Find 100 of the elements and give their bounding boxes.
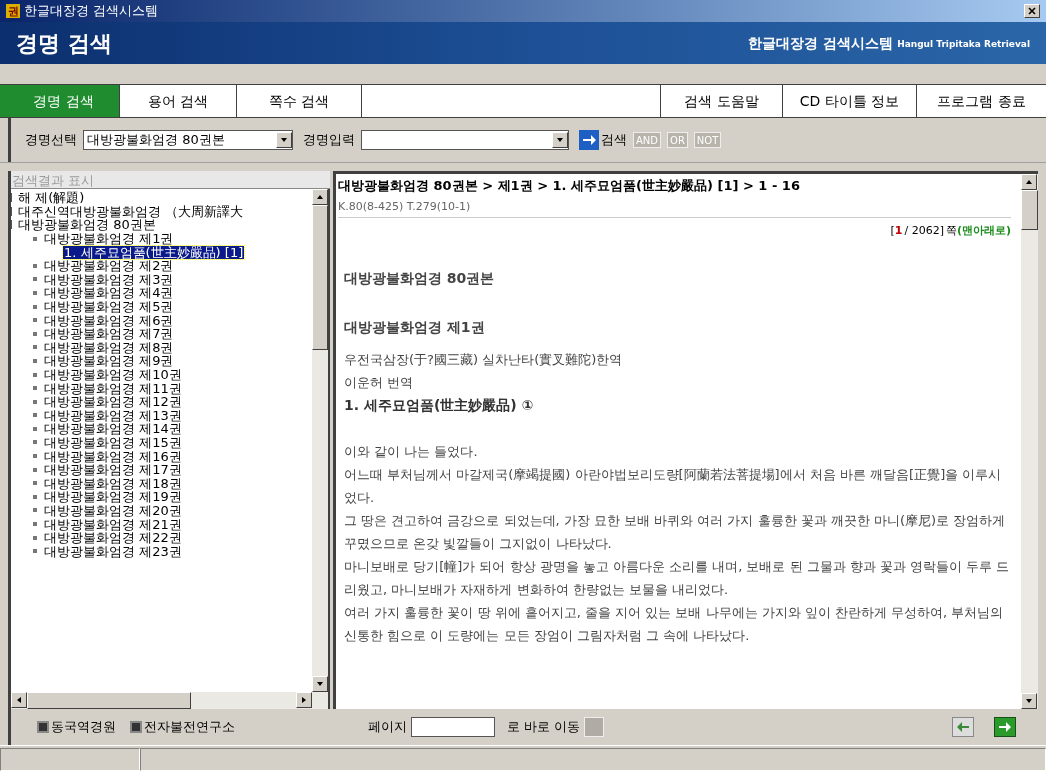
brand-title: 한글대장경 검색시스템 (748, 33, 894, 53)
tree-item[interactable]: 대방광불화엄경 제12권 (43, 395, 183, 409)
link-button[interactable]: 전자불전연구소 (130, 717, 235, 737)
tree-item[interactable]: 대방광불화엄경 제13권 (43, 408, 183, 422)
bullet-icon (33, 331, 37, 336)
breadcrumb: 대방광불화엄경 80권본 > 제1권 > 1. 세주묘엄품(世主妙嚴品) [1] > 1 - 16 (338, 177, 801, 195)
bullet-icon (33, 467, 37, 472)
bullet-icon (33, 345, 37, 350)
bullet-icon (33, 440, 37, 445)
text-paragraph: 마니보배로 당기[幢]가 되어 항상 광명을 놓고 아름다운 소리를 내며, 보배로 된 그물과 향과 꽃과 영락들이 두루 드리웠고, 마니보배가 자재하게 변화하여 한량없는 보물을 내리었다. (344, 557, 1011, 599)
scroll-thumb[interactable] (1021, 190, 1038, 230)
nav-tab[interactable]: 경명 검색 (0, 85, 120, 117)
tree-item[interactable]: 대방광불화엄경 제16권 (43, 449, 183, 463)
scroll-left-icon[interactable] (11, 692, 27, 708)
text-paragraph: 여러 가지 훌륭한 꽃이 땅 위에 흩어지고, 줄을 지어 있는 보배 나무에는 가지와 잎이 찬란하게 무성하여, 부처님의 신통한 힘으로 이 도량에는 모든 장엄이 그림자처럼 그 속에 나타났다. (344, 603, 1005, 645)
page-label: 페이지 (368, 718, 407, 737)
page-unit: 쪽 (945, 223, 957, 239)
bullet-icon (33, 413, 37, 418)
tree-item[interactable]: 대방광불화엄경 제19권 (43, 490, 183, 504)
scroll-down-icon[interactable] (1021, 693, 1037, 709)
bullet-icon (33, 304, 37, 309)
arrow-left-icon (956, 721, 970, 733)
vertical-scrollbar[interactable] (312, 189, 328, 692)
to-bottom-link[interactable]: (맨아래로) (956, 223, 1011, 240)
bullet-icon (33, 372, 37, 377)
tree-item[interactable]: 대방광불화엄경 제10권 (43, 368, 183, 381)
text-paragraph: 그 땅은 견고하여 금강으로 되었는데, 가장 묘한 보배 바퀴와 여러 가지 훌륭한 꽃과 깨끗한 마니(摩尼)로 장엄하게 꾸몄으므로 온갖 빛깔들이 그지없이 나타났다. (344, 511, 1007, 553)
scroll-right-icon[interactable] (296, 692, 312, 708)
page-total: / 2062] (904, 223, 944, 239)
arrow-right-icon (579, 130, 599, 150)
tree-item[interactable]: 대방광불화엄경 제6권 (43, 313, 175, 327)
bullet-icon (33, 277, 37, 282)
bullet-icon (33, 386, 37, 391)
panel-header: 검색결과 표시 (11, 171, 330, 189)
scroll-up-icon[interactable] (312, 189, 328, 205)
page-input-field[interactable] (411, 717, 495, 737)
bullet-icon (33, 318, 37, 323)
tree-item[interactable]: 대방광불화엄경 제5권 (43, 300, 175, 314)
section-heading: 대방광불화엄경 제1권 (344, 317, 486, 337)
scroll-thumb[interactable] (312, 205, 328, 350)
previous-page-button[interactable] (952, 717, 974, 737)
square-icon (37, 721, 49, 733)
tree-item[interactable]: 대방광불화엄경 제15권 (43, 436, 183, 449)
tree-item[interactable]: 대방광불화엄경 제17권 (43, 463, 183, 477)
tree-item[interactable]: 대방광불화엄경 제20권 (43, 503, 183, 517)
tree-item[interactable]: 대방광불화엄경 제22권 (43, 531, 183, 545)
next-page-button[interactable] (994, 717, 1016, 737)
bullet-icon (33, 358, 37, 363)
horizontal-scrollbar[interactable] (11, 692, 330, 709)
scroll-down-icon[interactable] (312, 676, 328, 692)
bullet-icon (33, 494, 37, 499)
bullet-icon (33, 454, 37, 459)
page-title: 경명 검색 (16, 29, 112, 58)
bullet-icon (33, 522, 37, 527)
window-title: 한글대장경 검색시스템 (24, 2, 159, 21)
tree-item[interactable]: 대방광불화엄경 제7권 (43, 327, 175, 341)
close-button[interactable] (1024, 4, 1040, 18)
text-paragraph: 이운허 번역 (344, 373, 415, 392)
chapter-title: 1. 세주묘엄품(世主妙嚴品) ① (344, 395, 535, 415)
bullet-icon (33, 290, 37, 295)
tree-item[interactable]: 대방광불화엄경 제1권 (43, 232, 175, 246)
reference-code: K.80(8-425) T.279(10-1) (338, 198, 1011, 218)
input-label: 경명입력 (303, 131, 355, 150)
tree-item[interactable]: 1. 세주묘엄품(世主妙嚴品) [1] (63, 245, 245, 259)
tree-item[interactable]: 대방광불화엄경 제2권 (43, 259, 175, 273)
tree-item[interactable]: 대방광불화엄경 제23권 (43, 544, 183, 558)
tree-item[interactable]: 대방광불화엄경 제8권 (43, 340, 175, 354)
close-icon (1028, 7, 1036, 15)
tree-item[interactable]: 대방광불화엄경 제11권 (43, 381, 183, 395)
text-paragraph: 이와 같이 나는 들었다. (344, 442, 479, 461)
page-bracket: [ (890, 223, 895, 239)
tree-item[interactable]: 대방광불화엄경 제9권 (43, 354, 175, 368)
arrow-right-icon (998, 721, 1012, 733)
bullet-icon (33, 263, 37, 268)
bullet-icon (33, 549, 37, 554)
section-heading: 대방광불화엄경 80권본 (344, 268, 496, 288)
tree-item[interactable]: 대방광불화엄경 제4권 (43, 286, 175, 300)
scroll-thumb[interactable] (27, 692, 191, 709)
link-button[interactable]: 동국역경원 (37, 717, 116, 737)
tree-item[interactable]: 대주신역대방광불화엄경 （大周新譯大 (17, 204, 245, 218)
square-icon (130, 721, 142, 733)
select-label: 경명선택 (25, 131, 77, 150)
app-icon: 권 (6, 4, 20, 18)
brand-subtitle: Hangul Tripitaka Retrieval (897, 37, 1030, 51)
tree-item[interactable]: 대방광불화엄경 제3권 (43, 272, 175, 286)
bullet-icon (33, 508, 37, 513)
tree-item[interactable]: 해 제(解題) (17, 191, 86, 205)
bullet-icon (33, 481, 37, 486)
title-dropdown[interactable]: 대방광불화엄경 80권본 (83, 130, 293, 150)
tree-item[interactable]: 대방광불화엄경 제18권 (43, 476, 183, 490)
scroll-up-icon[interactable] (1021, 174, 1037, 190)
vertical-scrollbar[interactable] (1021, 174, 1038, 709)
tree-item[interactable]: 대방광불화엄경 80권본 (17, 218, 157, 232)
tree-item[interactable]: 대방광불화엄경 제21권 (43, 517, 183, 531)
text-paragraph: 우전국삼장(于?國三藏) 실차난타(實叉難陀)한역 (344, 350, 624, 369)
tree-item[interactable]: 대방광불화엄경 제14권 (43, 422, 183, 436)
search-button[interactable]: 검색 (579, 130, 627, 150)
bullet-icon (33, 426, 37, 431)
bullet-icon (33, 236, 37, 241)
title-input-field[interactable] (361, 130, 569, 150)
